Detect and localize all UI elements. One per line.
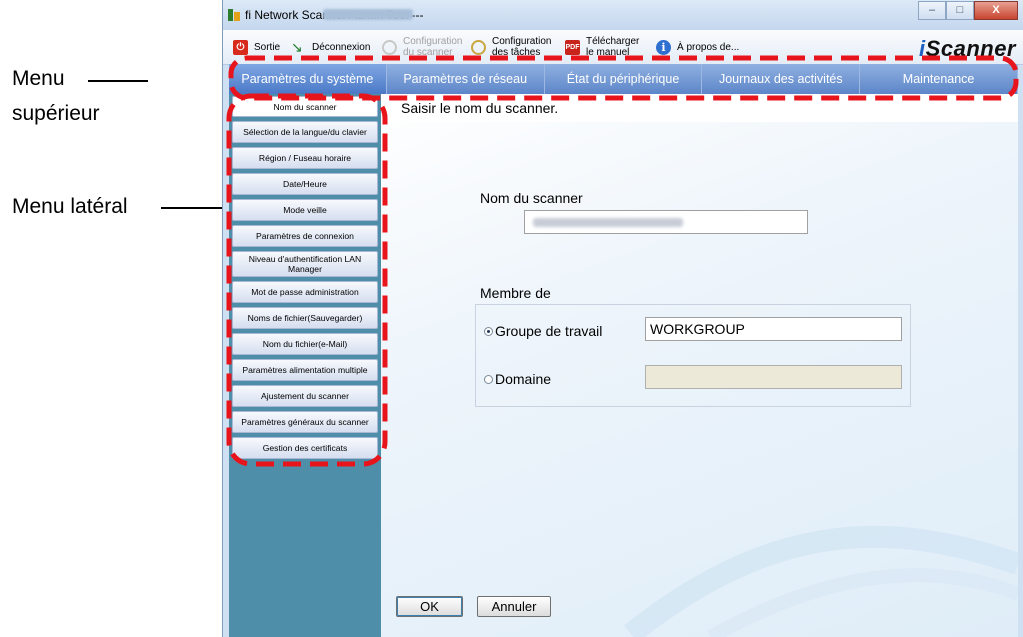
ok-button[interactable]: OK (396, 596, 463, 617)
callout-top-menu-line2: supérieur (12, 102, 100, 125)
top-menu: Paramètres du système Paramètres de rése… (229, 64, 1018, 94)
gear-icon (382, 39, 397, 55)
sidebar-item-langue-clavier[interactable]: Sélection de la langue/du clavier (232, 121, 378, 143)
telecharger-label: Télécharger le manuel (586, 36, 640, 58)
main-content: Saisir le nom du scanner. Nom du scanner… (381, 94, 1018, 637)
minimize-button[interactable]: – (918, 1, 946, 20)
app-icon (228, 9, 240, 21)
domain-field[interactable] (645, 365, 902, 389)
window-controls: – □ X (918, 1, 1018, 20)
sortie-button[interactable]: ⏻ Sortie (233, 34, 280, 60)
tab-parametres-systeme[interactable]: Paramètres du système (229, 64, 387, 94)
callout-top-menu-pointer (88, 80, 148, 82)
membre-de-label: Membre de (480, 285, 551, 301)
callout-side-menu: Menu latéral (12, 195, 128, 218)
tab-parametres-reseau[interactable]: Paramètres de réseau (387, 64, 545, 94)
config-taches-button[interactable]: Configuration des tâches (471, 34, 551, 60)
side-menu: Nom du scanner Sélection de la langue/du… (229, 94, 381, 637)
workgroup-field[interactable]: WORKGROUP (645, 317, 902, 341)
sidebar-item-nom-fichier-email[interactable]: Nom du fichier(e-Mail) (232, 333, 378, 355)
gear-icon (471, 39, 486, 55)
power-icon: ⏻ (233, 39, 248, 55)
a-propos-button[interactable]: i À propos de... (656, 34, 739, 60)
sidebar-item-ajustement-scanner[interactable]: Ajustement du scanner (232, 385, 378, 407)
config-taches-label: Configuration des tâches (492, 36, 552, 58)
iscanner-logo: iScanner (919, 36, 1016, 61)
maximize-button[interactable]: □ (946, 1, 974, 20)
a-propos-label: À propos de... (677, 41, 740, 53)
title-redacted (323, 9, 413, 20)
pdf-icon: PDF (565, 39, 580, 55)
domain-radio[interactable] (484, 375, 493, 384)
scanner-name-field[interactable] (524, 210, 808, 234)
scanner-name-label: Nom du scanner (480, 190, 583, 206)
sidebar-item-parametres-connexion[interactable]: Paramètres de connexion (232, 225, 378, 247)
content-header: Saisir le nom du scanner. (381, 94, 1018, 122)
sidebar-item-authentification-lan[interactable]: Niveau d'authentification LAN Manager (232, 251, 378, 277)
app-window: fi Network Scanner Admin Tool --- – □ X … (222, 0, 1023, 637)
sidebar-item-date-heure[interactable]: Date/Heure (232, 173, 378, 195)
scanner-name-redacted (533, 218, 683, 227)
title-bar: fi Network Scanner Admin Tool --- – □ X (223, 0, 1023, 30)
sidebar-item-mot-de-passe[interactable]: Mot de passe administration (232, 281, 378, 303)
sidebar-item-mode-veille[interactable]: Mode veille (232, 199, 378, 221)
tab-journaux-activites[interactable]: Journaux des activités (702, 64, 861, 94)
sortie-label: Sortie (254, 41, 281, 53)
callout-side-menu-pointer (161, 207, 222, 209)
tab-maintenance[interactable]: Maintenance (860, 64, 1018, 94)
sidebar-item-region-fuseau[interactable]: Région / Fuseau horaire (232, 147, 378, 169)
disconnect-icon: ↘ (291, 38, 303, 55)
info-icon: i (656, 39, 671, 55)
deconnexion-label: Déconnexion (312, 41, 371, 53)
config-scanner-label: Configuration du scanner (403, 36, 463, 58)
workgroup-label: Groupe de travail (495, 323, 603, 339)
telecharger-button[interactable]: PDF Télécharger le manuel (565, 34, 639, 60)
domain-label: Domaine (495, 371, 552, 387)
sidebar-item-gestion-certificats[interactable]: Gestion des certificats (232, 437, 378, 459)
sidebar-item-parametres-generaux[interactable]: Paramètres généraux du scanner (232, 411, 378, 433)
config-scanner-button[interactable]: Configuration du scanner (382, 34, 462, 60)
sidebar-item-nom-scanner[interactable]: Nom du scanner (232, 96, 378, 117)
deconnexion-button[interactable]: ↘ Déconnexion (291, 34, 370, 60)
workgroup-radio[interactable] (484, 327, 493, 336)
callout-top-menu-line1: Menu (12, 67, 65, 90)
instruction-text: Saisir le nom du scanner. (401, 100, 559, 116)
toolbar: ⏻ Sortie ↘ Déconnexion Configuration du s… (223, 30, 1023, 65)
tab-etat-peripherique[interactable]: État du périphérique (545, 64, 703, 94)
cancel-button[interactable]: Annuler (477, 596, 551, 617)
close-button[interactable]: X (974, 1, 1018, 20)
sidebar-item-noms-fichier-sauvegarder[interactable]: Noms de fichier(Sauvegarder) (232, 307, 378, 329)
sidebar-item-alimentation-multiple[interactable]: Paramètres alimentation multiple (232, 359, 378, 381)
